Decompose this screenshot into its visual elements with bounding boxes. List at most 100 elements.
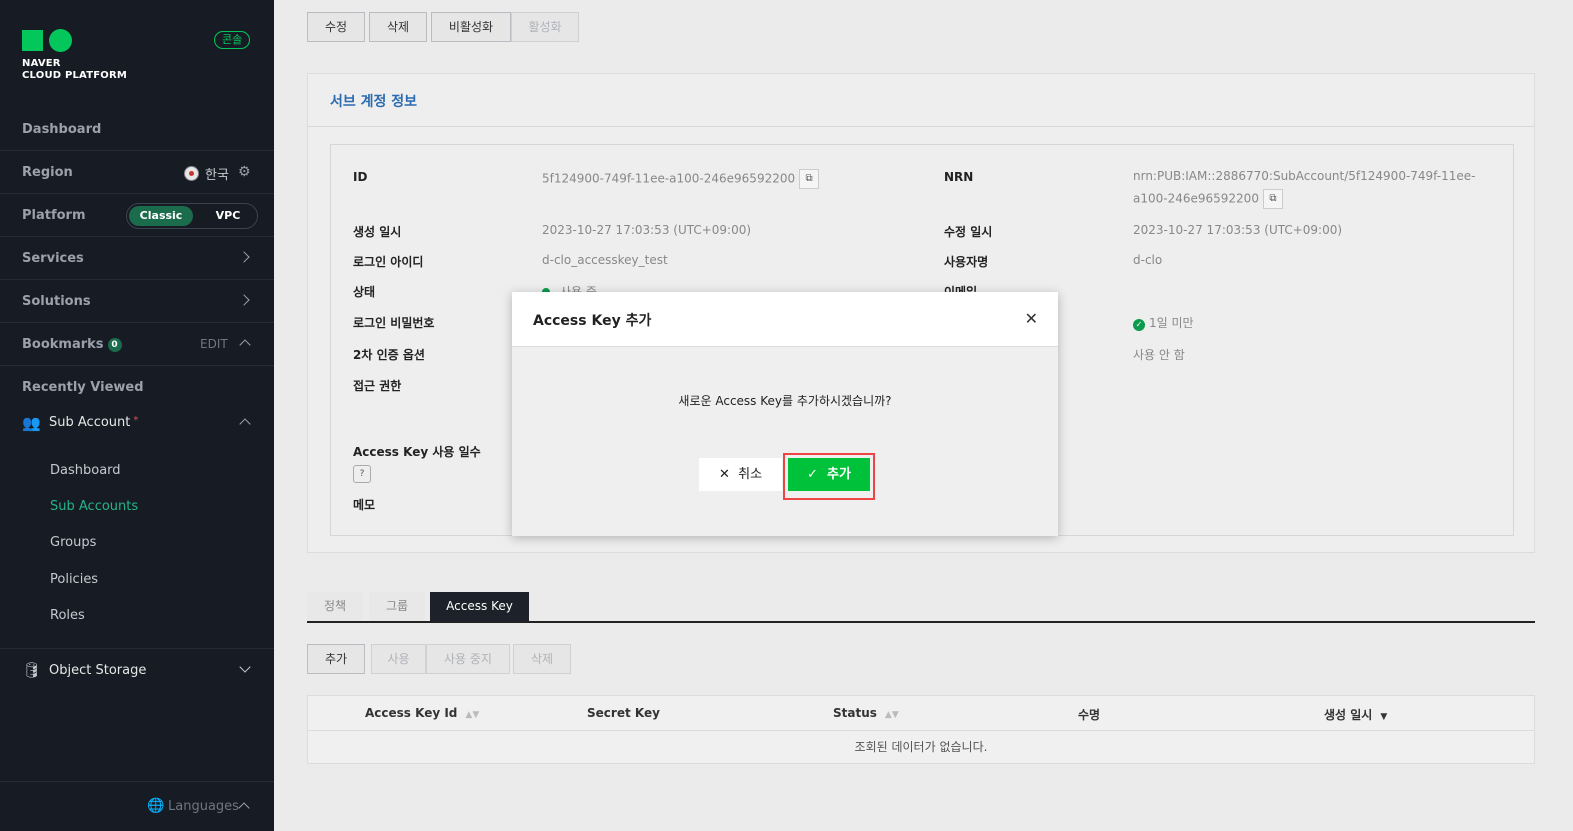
region-selector[interactable]: 한국 [184,164,229,183]
nav-region[interactable]: Region 한국 ⚙ [0,151,274,194]
sort-icon[interactable]: ▲▼ [465,710,479,720]
nav-object-storage[interactable]: 🛢 Object Storage [0,648,274,692]
copy-icon[interactable]: ⧉ [799,169,820,189]
nav-bookmarks[interactable]: Bookmarks 0 EDIT [0,323,274,366]
sort-icon[interactable]: ▲▼ [885,710,899,720]
deactivate-button[interactable]: 비활성화 [431,12,511,42]
nav-platform: Platform Classic VPC [0,194,274,237]
nav-dashboard-label: Dashboard [22,122,102,137]
edit-button[interactable]: 수정 [307,12,365,42]
nav-recently-viewed[interactable]: Recently Viewed [0,366,274,409]
chevron-up-icon [238,802,250,814]
chevron-right-icon [238,251,250,263]
sub-nav-sub-accounts[interactable]: Sub Accounts [50,499,138,514]
divider [308,126,1534,127]
memo-label: 메모 [353,498,376,512]
nav-solutions-label: Solutions [22,294,91,309]
platform-toggle[interactable]: Classic VPC [126,203,258,229]
globe-icon: 🌐 [147,798,165,814]
panel-title: 서브 계정 정보 [330,94,418,110]
username-label: 사용자명 [944,255,989,269]
chevron-up-icon[interactable] [239,339,251,351]
modified-value: 2023-10-27 17:03:53 (UTC+09:00) [1133,223,1343,237]
chevron-right-icon [238,294,250,306]
sidebar: NAVER CLOUD PLATFORM 콘솔 Dashboard Region… [0,0,274,831]
logo-circle-icon [49,29,72,52]
nrn-value-line2: a100-246e96592200 ⧉ [1133,189,1283,209]
console-badge[interactable]: 콘솔 [214,31,251,49]
sub-nav-policies[interactable]: Policies [50,572,98,587]
close-icon[interactable]: ✕ [1025,309,1038,328]
sub-nav-roles[interactable]: Roles [50,608,85,623]
delete-button[interactable]: 삭제 [369,12,427,42]
detail-tabs: 정책 그룹 Access Key [307,592,1535,623]
chevron-up-icon[interactable] [239,418,251,430]
languages-label: Languages [168,799,239,814]
col-lifespan: 수명 [1078,708,1101,722]
modal-header: Access Key 추가 ✕ [512,292,1058,347]
created-label: 생성 일시 [353,225,402,239]
check-icon: ✓ [807,467,818,482]
cancel-button[interactable]: ✕ 취소 [699,458,782,491]
nrn-value-line1: nrn:PUB:IAM::2886770:SubAccount/5f124900… [1133,169,1476,183]
chevron-down-icon [239,661,251,673]
tab-policies[interactable]: 정책 [307,592,363,621]
enable-key-button[interactable]: 사용 [371,644,426,674]
nav-sub-account[interactable]: 👥 Sub Account * [0,408,274,438]
nav-region-label: Region [22,165,73,180]
close-icon: ✕ [718,467,730,482]
logo-text-line1: NAVER [22,58,61,69]
platform-vpc[interactable]: VPC [203,206,253,226]
languages-row[interactable]: 🌐 Languages [0,781,274,831]
col-secret-key: Secret Key [587,706,660,720]
nav-services[interactable]: Services [0,237,274,280]
nrn-label: NRN [944,170,974,184]
bookmarks-edit-link[interactable]: EDIT [200,337,228,351]
modal-message: 새로운 Access Key를 추가하시겠습니까? [678,394,892,408]
nav-services-label: Services [22,251,84,266]
tab-access-key[interactable]: Access Key [430,592,529,621]
tab-groups[interactable]: 그룹 [369,592,425,621]
login-pw-label: 로그인 비밀번호 [353,316,435,330]
username-value: d-clo [1133,253,1163,267]
sort-desc-icon[interactable]: ▼ [1380,712,1387,722]
disable-key-button[interactable]: 사용 중지 [426,644,510,674]
empty-message: 조회된 데이터가 없습니다. [854,740,988,754]
confirm-add-button[interactable]: ✓ 추가 [788,458,870,491]
modified-label: 수정 일시 [944,225,993,239]
users-icon: 👥 [22,414,41,432]
bookmarks-count-badge: 0 [107,338,122,352]
nav-bookmarks-label: Bookmarks 0 [22,337,122,352]
activate-button[interactable]: 활성화 [511,12,579,42]
access-label: 접근 권한 [353,379,402,393]
copy-icon[interactable]: ⧉ [1262,189,1283,209]
col-access-key-id[interactable]: Access Key Id ▲▼ [365,706,479,720]
gear-icon[interactable]: ⚙ [238,164,251,180]
add-access-key-modal: Access Key 추가 ✕ 새로운 Access Key를 추가하시겠습니까… [512,292,1058,536]
help-icon[interactable]: ? [353,465,371,483]
id-value: 5f124900-749f-11ee-a100-246e96592200 ⧉ [542,169,820,189]
logo-text-line2: CLOUD PLATFORM [22,70,128,81]
mfa-label: 2차 인증 옵션 [353,348,425,362]
add-key-button[interactable]: 추가 [307,644,365,674]
logo-square-icon [22,30,43,51]
col-created[interactable]: 생성 일시 ▼ [1324,706,1387,723]
nav-solutions[interactable]: Solutions [0,280,274,323]
login-id-label: 로그인 아이디 [353,255,424,269]
sub-account-label: Sub Account * [49,415,139,430]
divider [308,730,1534,731]
modal-title: Access Key 추가 [533,313,652,329]
sub-nav-dashboard[interactable]: Dashboard [50,463,121,478]
pw-age-value: ✓ 1일 미만 [1133,314,1194,331]
status-label: 상태 [353,285,376,299]
access-key-table: Access Key Id ▲▼ Secret Key Status ▲▼ 수명 생… [307,695,1535,764]
platform-classic[interactable]: Classic [129,206,193,226]
id-label: ID [353,170,368,184]
col-status[interactable]: Status ▲▼ [833,706,899,720]
mfa-value: 사용 안 함 [1133,348,1185,362]
sub-nav-groups[interactable]: Groups [50,535,96,550]
nav-dashboard[interactable]: Dashboard [0,108,274,151]
key-days-label: Access Key 사용 일수 [353,445,481,459]
delete-key-button[interactable]: 삭제 [513,644,571,674]
nav-recently-viewed-label: Recently Viewed [22,380,144,395]
